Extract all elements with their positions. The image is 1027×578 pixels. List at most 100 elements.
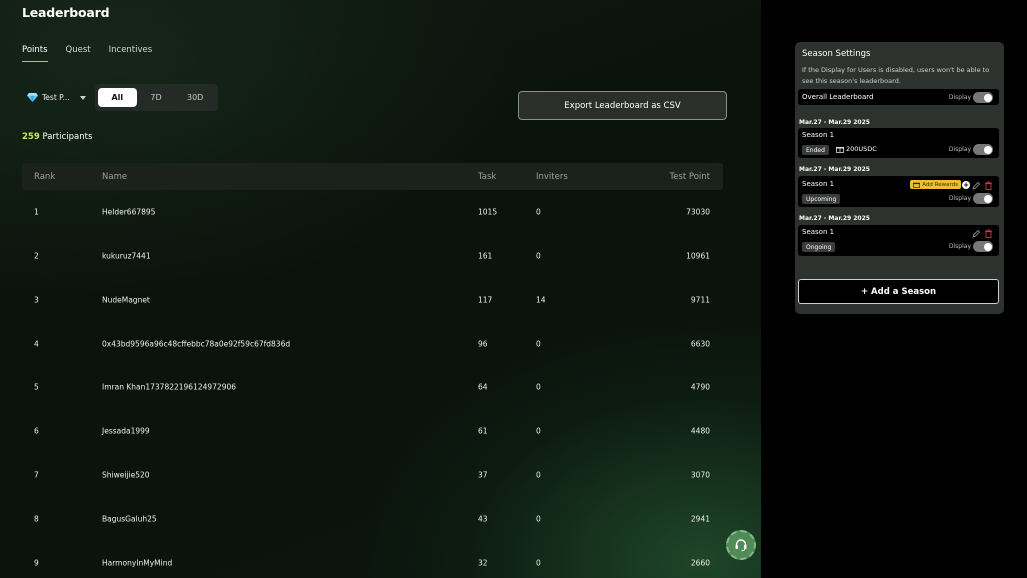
cell-task: 117 (478, 295, 493, 305)
trash-icon[interactable] (984, 181, 993, 190)
cell-name: 0x43bd9596a96c48cffebbc78a0e92f59c67fd83… (102, 339, 291, 349)
cell-inviters: 0 (536, 514, 541, 524)
tab-quest[interactable]: Quest (66, 45, 91, 62)
season-date: Mar.27 - Mar.29 2025 (799, 166, 870, 173)
season-name: Season 1 (802, 180, 835, 188)
display-label: Display (948, 243, 971, 250)
cell-points: 6630 (690, 339, 710, 349)
trash-icon[interactable] (984, 229, 993, 238)
display-label: Display (948, 146, 971, 153)
cell-rank: 6 (34, 426, 39, 436)
token-label: Test P... (42, 93, 70, 102)
add-rewards-button[interactable]: Add Rewards (910, 180, 961, 189)
col-rank[interactable]: Rank (34, 172, 55, 182)
season-card-body[interactable]: Season 1 Ended 200USDC Display (798, 128, 999, 158)
headset-icon (735, 539, 747, 552)
range-all-button[interactable]: All (98, 88, 137, 107)
participants-number: 259 (22, 132, 40, 142)
col-test-point[interactable]: Test Point (669, 172, 710, 182)
edit-icon[interactable] (972, 229, 981, 238)
cell-task: 161 (478, 251, 493, 261)
cell-rank: 4 (34, 339, 39, 349)
cell-task: 96 (478, 339, 488, 349)
table-row[interactable]: 7 Shiweijie520 37 0 3070 (22, 464, 723, 486)
support-chat-button[interactable] (726, 530, 756, 560)
token-selector[interactable]: Test P... (27, 93, 86, 102)
cell-rank: 8 (34, 514, 39, 524)
tab-points[interactable]: Points (22, 45, 48, 62)
cell-points: 2941 (690, 514, 710, 524)
cell-name: BagusGaluh25 (102, 514, 157, 524)
tab-bar: Points Quest Incentives (22, 45, 152, 62)
table-row[interactable]: 9 HarmonyInMyMind 32 0 2660 (22, 552, 723, 574)
cell-inviters: 0 (536, 382, 541, 392)
col-inviters[interactable]: Inviters (536, 172, 568, 182)
edit-icon[interactable] (972, 181, 981, 190)
main-area: Leaderboard Points Quest Incentives Test… (0, 0, 761, 578)
status-badge: Upcoming (802, 194, 841, 204)
cell-task: 32 (478, 558, 488, 568)
status-badge: Ongoing (802, 242, 836, 252)
table-row[interactable]: 6 Jessada1999 61 0 4480 (22, 420, 723, 442)
cell-name: Helder667895 (102, 207, 156, 217)
season-card: Mar.27 - Mar.29 2025 (798, 215, 999, 225)
gift-icon (836, 147, 844, 153)
season-display-toggle[interactable] (973, 193, 993, 204)
add-season-button[interactable]: + Add a Season (798, 279, 999, 304)
plus-circle-icon[interactable]: + (962, 181, 970, 189)
season-card-body[interactable]: Season 1 Ongoing Display (798, 225, 999, 256)
display-label: Display (948, 94, 971, 101)
cell-rank: 1 (34, 207, 39, 217)
cell-name: Jessada1999 (102, 426, 150, 436)
season-name: Season 1 (802, 228, 835, 236)
status-badge: Ended (802, 145, 829, 155)
season-date: Mar.27 - Mar.29 2025 (799, 119, 870, 126)
cell-rank: 5 (34, 382, 39, 392)
table-row[interactable]: 8 BagusGaluh25 43 0 2941 (22, 508, 723, 530)
season-settings-title: Season Settings (802, 49, 871, 59)
cell-inviters: 0 (536, 558, 541, 568)
table-row[interactable]: 3 NudeMagnet 117 14 9711 (22, 289, 723, 311)
table-row[interactable]: 2 kukuruz7441 161 0 10961 (22, 245, 723, 267)
season-settings-panel: Season Settings If the Display for Users… (795, 42, 1004, 314)
reward-info: 200USDC (836, 145, 877, 153)
cell-inviters: 0 (536, 207, 541, 217)
range-7d-button[interactable]: 7D (137, 88, 176, 107)
range-30d-button[interactable]: 30D (175, 88, 215, 107)
table-row[interactable]: 5 Imran Khan1737822196124972906 64 0 479… (22, 376, 723, 398)
season-display-toggle[interactable] (973, 144, 993, 155)
cell-task: 61 (478, 426, 488, 436)
diamond-icon (27, 93, 38, 102)
participants-label: Participants (39, 132, 93, 142)
add-rewards-label: Add Rewards (922, 181, 958, 188)
cell-rank: 3 (34, 295, 39, 305)
overall-display-toggle[interactable] (973, 92, 993, 103)
reward-amount: 200USDC (846, 145, 877, 153)
cell-task: 64 (478, 382, 488, 392)
participants-count: 259 Participants (22, 132, 92, 142)
cell-points: 10961 (686, 251, 710, 261)
tab-incentives[interactable]: Incentives (109, 45, 153, 62)
cell-inviters: 0 (536, 470, 541, 480)
cell-task: 1015 (478, 207, 498, 217)
season-date: Mar.27 - Mar.29 2025 (799, 215, 870, 222)
season-card: Mar.27 - Mar.29 2025 (798, 166, 999, 176)
cell-name: HarmonyInMyMind (102, 558, 173, 568)
cell-task: 37 (478, 470, 488, 480)
season-display-toggle[interactable] (973, 241, 993, 252)
cell-name: NudeMagnet (102, 295, 150, 305)
cell-inviters: 0 (536, 339, 541, 349)
gift-icon (913, 182, 921, 188)
cell-points: 9711 (690, 295, 710, 305)
cell-points: 4790 (690, 382, 710, 392)
season-card-body[interactable]: Season 1 Add Rewards + Upcoming Display (798, 176, 999, 207)
col-name[interactable]: Name (102, 172, 127, 182)
season-settings-description: If the Display for Users is disabled, us… (802, 66, 990, 85)
col-task[interactable]: Task (478, 172, 496, 182)
chevron-down-icon (79, 95, 86, 100)
table-row[interactable]: 1 Helder667895 1015 0 73030 (22, 201, 723, 223)
cell-points: 4480 (690, 426, 710, 436)
export-csv-button[interactable]: Export Leaderboard as CSV (518, 91, 727, 120)
table-row[interactable]: 4 0x43bd9596a96c48cffebbc78a0e92f59c67fd… (22, 333, 723, 355)
cell-points: 73030 (686, 207, 710, 217)
